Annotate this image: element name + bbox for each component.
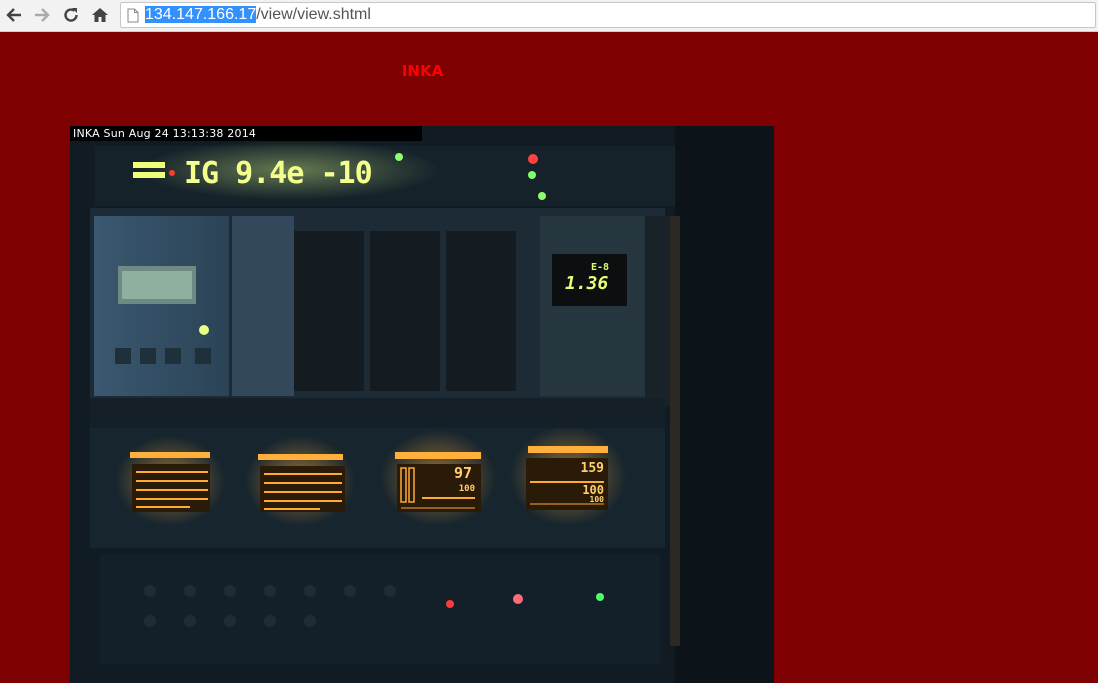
forward-arrow-icon [35,8,50,22]
orange-display-4: 159 100 100 [510,426,626,526]
browser-toolbar: 134.147.166.17/view/view.shtml [0,0,1098,32]
camera-timestamp-overlay: INKA Sun Aug 24 13:13:38 2014 [70,126,422,141]
reload-button[interactable] [60,4,82,26]
page-title: INKA [401,62,444,80]
page-icon [127,8,139,23]
orange-display-2 [245,436,355,526]
back-button[interactable] [3,4,25,26]
display4-value-1: 159 [581,461,604,476]
display3-value-2: 100 [459,484,475,494]
back-arrow-icon [6,8,21,22]
gauge-main-value: IG 9.4e -10 [184,156,372,191]
display4-value-3: 100 [590,495,605,504]
display3-value-1: 97 [454,464,472,482]
forward-button[interactable] [31,4,53,26]
url-text: 134.147.166.17/view/view.shtml [145,6,371,24]
url-path: /view/view.shtml [256,6,371,23]
orange-display-3: 97 100 [380,430,496,526]
camera-scene: 97 100 159 100 100 IG 9.4e -10 E-8 1.36 [70,126,774,683]
orange-display-1 [115,436,225,526]
address-bar[interactable]: 134.147.166.17/view/view.shtml [120,2,1096,28]
home-button[interactable] [89,4,111,26]
gauge-small-value: 1.36 [565,273,609,294]
reload-icon [64,8,78,22]
camera-image: 97 100 159 100 100 IG 9.4e -10 E-8 1.36 … [70,126,774,683]
url-host: 134.147.166.17 [145,6,257,23]
gauge-small-exponent: E-8 [591,262,609,273]
home-icon [92,8,108,22]
